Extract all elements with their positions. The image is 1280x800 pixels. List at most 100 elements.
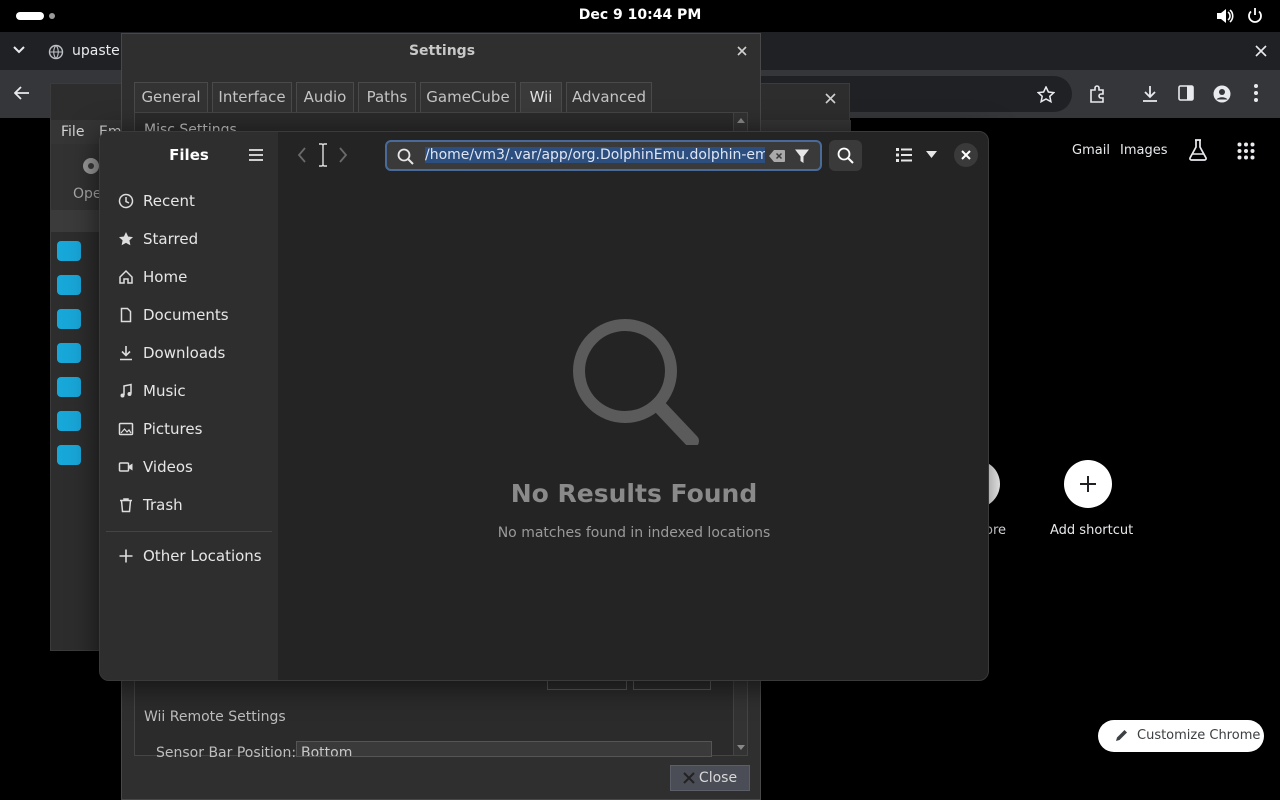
- scroll-up-icon[interactable]: [737, 118, 745, 123]
- tab-paths[interactable]: Paths: [358, 82, 416, 112]
- file-chooser-dialog: Files Recent Starred Home Documents Down…: [99, 131, 989, 681]
- wii-game-icon[interactable]: [57, 343, 81, 363]
- tab-title[interactable]: upaste.: [72, 43, 124, 59]
- sensor-bar-value: Bottom: [301, 745, 353, 757]
- back-chevron-icon[interactable]: [297, 147, 307, 163]
- search-icon: [397, 148, 414, 165]
- tab-advanced[interactable]: Advanced: [566, 82, 652, 112]
- sidebar-item-videos[interactable]: Videos: [106, 450, 272, 484]
- location-selection: /home/vm3/.var/app/org.DolphinEmu.dolphi…: [425, 147, 765, 163]
- wii-game-icon[interactable]: [57, 377, 81, 397]
- location-entry[interactable]: /home/vm3/.var/app/org.DolphinEmu.dolphi…: [385, 140, 822, 171]
- wii-game-icon[interactable]: [57, 309, 81, 329]
- wii-game-icon[interactable]: [57, 411, 81, 431]
- wii-game-icon[interactable]: [57, 241, 81, 261]
- tab-wii[interactable]: Wii: [520, 82, 562, 112]
- sidebar-item-label: Music: [143, 382, 186, 400]
- sidebar-item-starred[interactable]: Starred: [106, 222, 272, 256]
- download-icon: [118, 345, 134, 361]
- wii-remote-settings-heading: Wii Remote Settings: [144, 709, 286, 725]
- file-chooser-sidebar: Files Recent Starred Home Documents Down…: [100, 132, 278, 680]
- profile-avatar-icon[interactable]: [1213, 85, 1231, 103]
- filter-icon[interactable]: [794, 148, 810, 164]
- sidebar-item-home[interactable]: Home: [106, 260, 272, 294]
- bookmark-star-icon[interactable]: [1037, 86, 1055, 103]
- search-icon: [837, 147, 854, 164]
- volume-icon[interactable]: [1216, 8, 1234, 24]
- list-view-icon[interactable]: [896, 148, 912, 162]
- sidebar-item-label: Home: [143, 268, 188, 286]
- picture-icon: [118, 421, 134, 437]
- clear-text-icon[interactable]: [768, 149, 786, 163]
- add-shortcut-button[interactable]: [1064, 460, 1112, 508]
- close-x-icon: [683, 772, 695, 784]
- location-text[interactable]: /home/vm3/.var/app/org.DolphinEmu.dolphi…: [425, 147, 765, 167]
- sidebar-item-label: Pictures: [143, 420, 203, 438]
- plus-icon: [118, 548, 134, 564]
- sidebar-item-label: Videos: [143, 458, 193, 476]
- tab-gamecube[interactable]: GameCube: [420, 82, 516, 112]
- labs-flask-icon[interactable]: [1188, 139, 1208, 161]
- text-cursor-icon: [317, 143, 329, 167]
- menu-file[interactable]: File: [61, 124, 84, 140]
- empty-state-title: No Results Found: [510, 479, 758, 508]
- pencil-icon: [1115, 729, 1128, 742]
- sidebar-item-recent[interactable]: Recent: [106, 184, 272, 218]
- tab-search-chevron-icon[interactable]: [13, 46, 25, 54]
- home-icon: [118, 269, 134, 285]
- more-menu-icon[interactable]: [1254, 84, 1258, 102]
- sidebar-item-label: Other Locations: [143, 547, 262, 565]
- gmail-link[interactable]: Gmail: [1072, 143, 1110, 158]
- power-icon[interactable]: [1246, 7, 1264, 25]
- sidebar-item-music[interactable]: Music: [106, 374, 272, 408]
- empty-state-subtitle: No matches found in indexed locations: [497, 525, 771, 541]
- view-options-dropdown-icon[interactable]: [926, 151, 937, 158]
- sidebar-item-pictures[interactable]: Pictures: [106, 412, 272, 446]
- customize-chrome-label: Customize Chrome: [1137, 728, 1261, 743]
- trash-icon: [118, 497, 134, 513]
- download-icon[interactable]: [1141, 85, 1159, 103]
- sidebar-item-documents[interactable]: Documents: [106, 298, 272, 332]
- hamburger-menu-icon[interactable]: [248, 148, 264, 162]
- extensions-icon[interactable]: [1088, 85, 1106, 103]
- settings-title: Settings: [408, 43, 476, 59]
- close-button-label: Close: [698, 770, 738, 786]
- open-file-icon[interactable]: [82, 157, 100, 175]
- apps-grid-icon[interactable]: [1237, 142, 1255, 160]
- sidebar-separator: [106, 531, 272, 532]
- dolphin-close-icon[interactable]: [825, 93, 836, 104]
- images-link[interactable]: Images: [1120, 143, 1168, 158]
- forward-chevron-icon[interactable]: [338, 147, 348, 163]
- customize-chrome-button[interactable]: Customize Chrome: [1098, 720, 1264, 752]
- toolbar-open-label[interactable]: Ope: [73, 186, 102, 202]
- add-shortcut-label: Add shortcut: [1050, 523, 1134, 538]
- wii-game-icon[interactable]: [57, 445, 81, 465]
- scroll-down-icon[interactable]: [737, 745, 745, 750]
- star-icon: [118, 231, 134, 247]
- search-toggle-button[interactable]: [829, 140, 862, 171]
- tab-audio[interactable]: Audio: [296, 82, 354, 112]
- settings-close-icon[interactable]: [737, 46, 747, 56]
- sidebar-item-downloads[interactable]: Downloads: [106, 336, 272, 370]
- globe-icon: [48, 44, 64, 60]
- close-window-icon[interactable]: [1255, 45, 1267, 57]
- sensor-bar-label: Sensor Bar Position:: [156, 745, 297, 757]
- settings-close-button[interactable]: Close: [670, 765, 750, 791]
- tab-general[interactable]: General: [134, 82, 208, 112]
- sidebar-item-label: Downloads: [143, 344, 226, 362]
- sensor-bar-select[interactable]: Bottom: [296, 741, 712, 757]
- back-arrow-icon[interactable]: [14, 86, 30, 100]
- sidebar-item-trash[interactable]: Trash: [106, 488, 272, 522]
- sidebar-item-other-locations[interactable]: Other Locations: [106, 539, 272, 573]
- sidebar-item-label: Trash: [143, 496, 183, 514]
- tab-interface[interactable]: Interface: [212, 82, 292, 112]
- system-top-bar: Dec 9 10:44 PM: [0, 0, 1280, 32]
- video-icon: [118, 459, 134, 475]
- wii-game-icon[interactable]: [57, 275, 81, 295]
- clock[interactable]: Dec 9 10:44 PM: [0, 7, 1280, 23]
- file-chooser-close-button[interactable]: [954, 143, 978, 167]
- sidebar-item-label: Documents: [143, 306, 229, 324]
- close-icon: [961, 150, 971, 160]
- side-panel-icon[interactable]: [1178, 85, 1194, 101]
- large-search-icon: [570, 315, 700, 445]
